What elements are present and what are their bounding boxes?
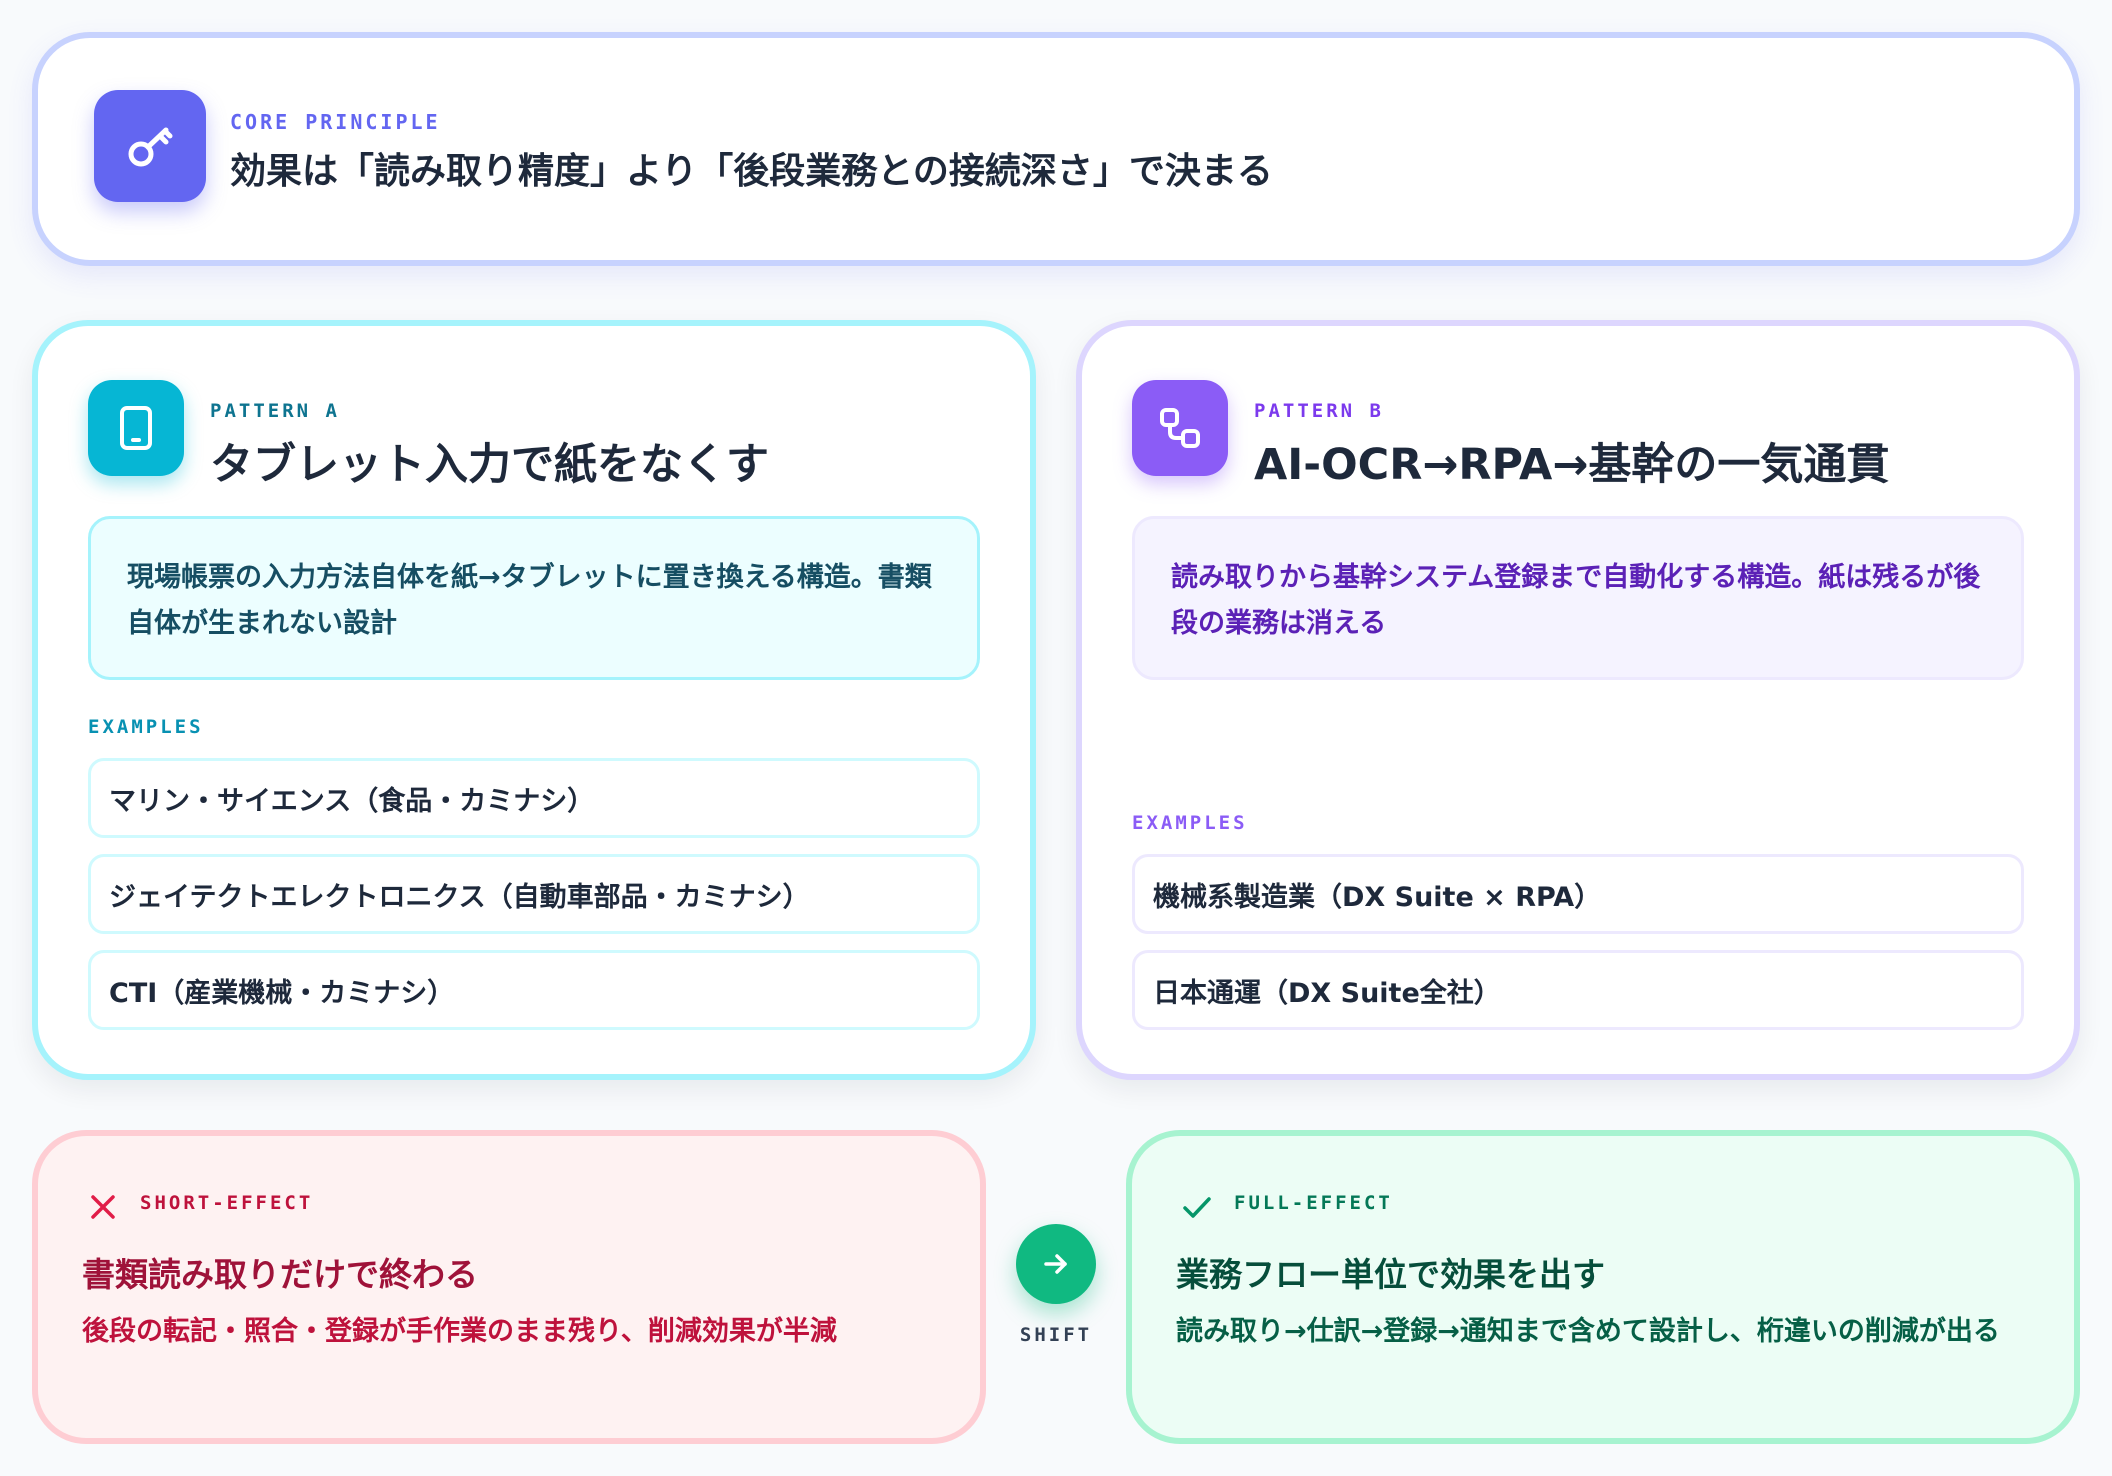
core-principle-card: CORE PRINCIPLE 効果は「読み取り精度」より「後段業務との接続深さ」… <box>32 32 2080 266</box>
pattern-a-description: 現場帳票の入力方法自体を紙→タブレットに置き換える構造。書類自体が生まれない設計 <box>88 516 980 680</box>
short-effect-title: 書類読み取りだけで終わる <box>82 1255 478 1294</box>
full-effect-description: 読み取り→仕訳→登録→通知まで含めて設計し、桁違いの削減が出る <box>1176 1316 2000 1347</box>
pattern-a-card: PATTERN A タブレット入力で紙をなくす 現場帳票の入力方法自体を紙→タブ… <box>32 320 1036 1080</box>
example-item: マリン・サイエンス（食品・カミナシ） <box>88 758 980 838</box>
workflow-icon <box>1132 380 1228 476</box>
pattern-b-title: AI-OCR→RPA→基幹の一気通貫 <box>1254 440 1890 490</box>
core-principle-title: 効果は「読み取り精度」より「後段業務との接続深さ」で決まる <box>230 151 1273 192</box>
example-item: 機械系製造業（DX Suite × RPA） <box>1132 854 2024 934</box>
pattern-a-label: PATTERN A <box>210 400 340 422</box>
pattern-a-title: タブレット入力で紙をなくす <box>210 440 769 490</box>
key-icon <box>94 90 206 202</box>
short-effect-label: SHORT-EFFECT <box>140 1192 314 1214</box>
example-item: CTI（産業機械・カミナシ） <box>88 950 980 1030</box>
shift-label: SHIFT <box>1019 1324 1093 1346</box>
pattern-b-card: PATTERN B AI-OCR→RPA→基幹の一気通貫 読み取りから基幹システ… <box>1076 320 2080 1080</box>
example-item: 日本通運（DX Suite全社） <box>1132 950 2024 1030</box>
pattern-b-description: 読み取りから基幹システム登録まで自動化する構造。紙は残るが後段の業務は消える <box>1132 516 2024 680</box>
short-effect-description: 後段の転記・照合・登録が手作業のまま残り、削減効果が半減 <box>82 1316 837 1347</box>
pattern-b-examples-list: 機械系製造業（DX Suite × RPA） 日本通運（DX Suite全社） <box>1132 854 2024 1046</box>
x-icon <box>86 1190 120 1224</box>
full-effect-title: 業務フロー単位で効果を出す <box>1176 1255 1605 1294</box>
pattern-a-examples-label: EXAMPLES <box>88 716 204 738</box>
core-principle-label: CORE PRINCIPLE <box>230 110 441 134</box>
arrow-right-icon <box>1016 1224 1096 1304</box>
pattern-a-examples-list: マリン・サイエンス（食品・カミナシ） ジェイテクトエレクトロニクス（自動車部品・… <box>88 758 980 1046</box>
pattern-b-label: PATTERN B <box>1254 400 1384 422</box>
check-icon <box>1180 1190 1214 1224</box>
tablet-icon <box>88 380 184 476</box>
example-item: ジェイテクトエレクトロニクス（自動車部品・カミナシ） <box>88 854 980 934</box>
full-effect-label: FULL-EFFECT <box>1234 1192 1393 1214</box>
pattern-b-examples-label: EXAMPLES <box>1132 812 1248 834</box>
short-effect-card: SHORT-EFFECT 書類読み取りだけで終わる 後段の転記・照合・登録が手作… <box>32 1130 986 1444</box>
full-effect-card: FULL-EFFECT 業務フロー単位で効果を出す 読み取り→仕訳→登録→通知ま… <box>1126 1130 2080 1444</box>
